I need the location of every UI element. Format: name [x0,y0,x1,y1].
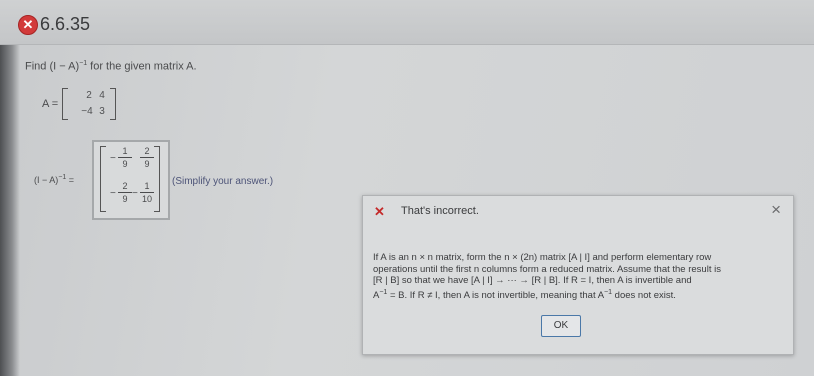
matrix-a-right-bracket [110,88,116,120]
problem-prefix: Find (I − A) [25,60,80,73]
simplify-hint: (Simplify your answer.) [172,176,274,187]
question-number: 6.6.35 [40,14,91,34]
matrix-a-cell: 3 [99,106,105,117]
answer-cell-r1c2[interactable]: 29 [140,146,154,169]
problem-statement: Find (I − A)−1 for the given matrix A. [25,60,197,73]
matrix-a-cell: 4 [99,90,105,101]
answer-cell-r2c1[interactable]: 29 [118,181,132,204]
answer-cell-r2c2[interactable]: 1 10 [140,181,154,204]
answer-cell-sign: − [132,188,138,199]
answer-matrix-input[interactable]: − 19 29 − 29 − 1 10 [92,140,170,220]
feedback-dialog: ✕ That's incorrect. × If A is an n × n m… [362,195,794,355]
answer-cell-sign: − [110,153,116,164]
ok-button[interactable]: OK [541,315,581,337]
problem-suffix: for the given matrix A. [87,60,197,73]
answer-left-bracket [100,146,106,212]
matrix-a-cell: −4 [81,106,93,117]
answer-cell-r1c1[interactable]: 19 [118,146,132,169]
close-icon[interactable]: × [771,200,781,220]
x-circle-icon: ✕ [18,15,38,35]
feedback-message: If A is an n × n matrix, form the n × (2… [373,252,721,301]
answer-label: (I − A)−1 = [34,174,75,185]
answer-cell-sign: − [110,188,116,199]
question-header: ✕ 6.6.35 [0,0,814,45]
answer-right-bracket [154,146,160,212]
matrix-a-label: A = [42,98,59,110]
matrix-a-cell: 2 [86,90,92,101]
incorrect-x-icon: ✕ [374,204,385,219]
matrix-a-left-bracket [62,88,68,120]
problem-exponent: −1 [79,60,88,67]
screen-edge-shadow [0,0,20,376]
feedback-title: That's incorrect. [401,205,479,217]
screen: ✕ 6.6.35 Find (I − A)−1 for the given ma… [0,0,814,376]
